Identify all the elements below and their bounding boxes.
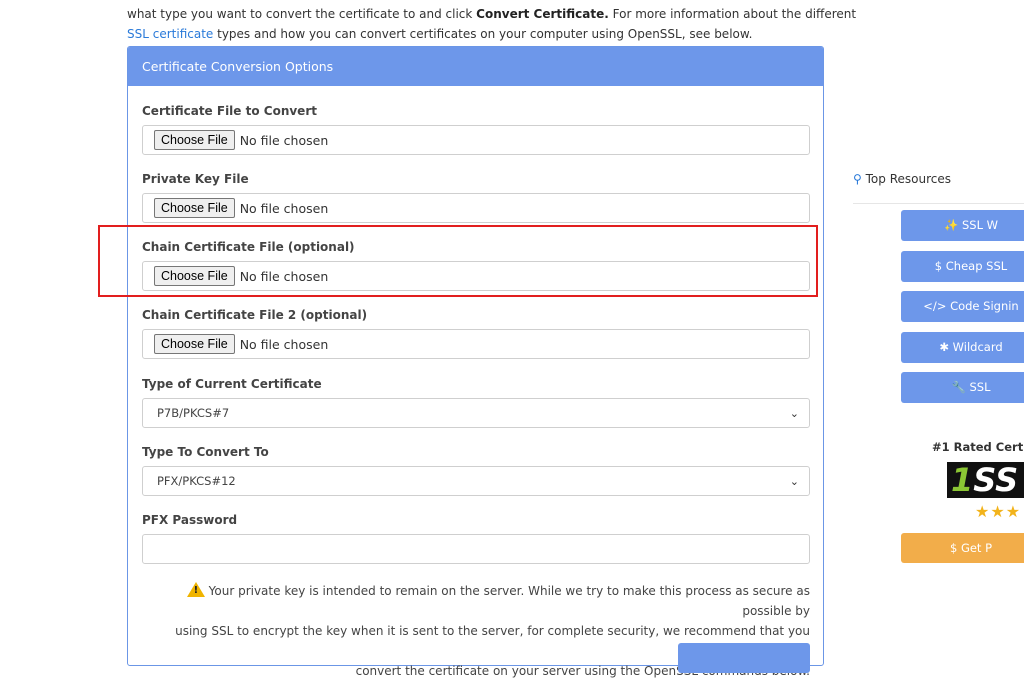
pfx-password-field: PFX Password <box>142 511 810 564</box>
field-label: PFX Password <box>142 513 238 527</box>
conversion-options-panel: Certificate Conversion Options Certifica… <box>127 46 824 678</box>
wrench-icon: 🔧 <box>951 380 966 394</box>
current-type-field: Type of Current Certificate P7B/PKCS#7 ⌄ <box>142 375 810 428</box>
magic-wand-icon: ✨ <box>943 218 959 232</box>
asterisk-icon: ✱ <box>939 340 949 354</box>
rated-text: #1 Rated Certif <box>932 440 1024 454</box>
select-value: PFX/PKCS#12 <box>157 474 236 488</box>
field-label: Type To Convert To <box>142 445 269 459</box>
top-resources-label: Top Resources <box>865 172 951 186</box>
file-status: No file chosen <box>239 200 329 216</box>
certificate-file-field: Certificate File to Convert Choose File … <box>142 102 810 155</box>
pfx-password-input[interactable] <box>142 534 810 564</box>
field-label: Type of Current Certificate <box>142 377 322 391</box>
convert-to-field: Type To Convert To PFX/PKCS#12 ⌄ <box>142 443 810 496</box>
button-label: SSL W <box>961 218 999 232</box>
file-status: No file chosen <box>239 132 329 148</box>
cheap-ssl-button[interactable]: $ Cheap SSL <box>901 251 1024 282</box>
rating-stars: ★★★ <box>975 502 1022 521</box>
button-label: Cheap SSL <box>945 259 1008 273</box>
choose-file-button[interactable]: Choose File <box>154 198 235 218</box>
chain-certificate-2-field: Chain Certificate File 2 (optional) Choo… <box>142 306 810 359</box>
search-icon: ⚲ <box>853 172 862 186</box>
top-resources-heading: ⚲ Top Resources <box>853 172 951 186</box>
file-status: No file chosen <box>239 336 329 352</box>
field-label: Private Key File <box>142 172 249 186</box>
button-label: Wildcard <box>952 340 1003 354</box>
file-input[interactable]: Choose File No file chosen <box>142 329 810 359</box>
dollar-icon: $ <box>934 259 943 273</box>
code-signing-button[interactable]: </> Code Signin <box>901 291 1024 322</box>
warning-icon: ! <box>186 582 205 597</box>
wildcard-button[interactable]: ✱ Wildcard <box>901 332 1024 363</box>
intro-bold-text: Convert Certificate. <box>476 7 609 21</box>
chevron-down-icon: ⌄ <box>789 406 799 420</box>
intro-text-part: types and how you can convert certificat… <box>213 27 753 41</box>
intro-text-part: what type you want to convert the certif… <box>127 7 477 21</box>
highlight-box <box>98 225 818 297</box>
current-type-select[interactable]: P7B/PKCS#7 ⌄ <box>142 398 810 428</box>
logo-part: 1 <box>951 462 974 498</box>
file-input[interactable]: Choose File No file chosen <box>142 125 810 155</box>
divider <box>853 203 1024 204</box>
button-label: SSL <box>969 380 991 394</box>
field-label: Certificate File to Convert <box>142 104 317 118</box>
choose-file-button[interactable]: Choose File <box>154 130 235 150</box>
panel-title: Certificate Conversion Options <box>128 47 823 86</box>
warning-text: Your private key is intended to remain o… <box>208 584 810 618</box>
code-icon: </> <box>923 299 947 313</box>
button-label: Code Signin <box>950 299 1019 313</box>
convert-certificate-button[interactable] <box>678 643 810 673</box>
ssl-tools-button[interactable]: 🔧 SSL <box>901 372 1024 403</box>
file-input[interactable]: Choose File No file chosen <box>142 193 810 223</box>
get-button[interactable]: $ Get P <box>901 533 1024 563</box>
select-value: P7B/PKCS#7 <box>157 406 230 420</box>
ssl-logo[interactable]: 1SS <box>947 462 1024 498</box>
convert-to-select[interactable]: PFX/PKCS#12 ⌄ <box>142 466 810 496</box>
ssl-wizard-button[interactable]: ✨ SSL W <box>901 210 1024 241</box>
choose-file-button[interactable]: Choose File <box>154 334 235 354</box>
intro-text-part: For more information about the different <box>608 7 857 21</box>
logo-part: SS <box>973 462 1019 498</box>
field-label: Chain Certificate File 2 (optional) <box>142 308 368 322</box>
chevron-down-icon: ⌄ <box>789 474 799 488</box>
private-key-field: Private Key File Choose File No file cho… <box>142 170 810 223</box>
ssl-certificate-link[interactable]: SSL certificate <box>127 27 213 41</box>
